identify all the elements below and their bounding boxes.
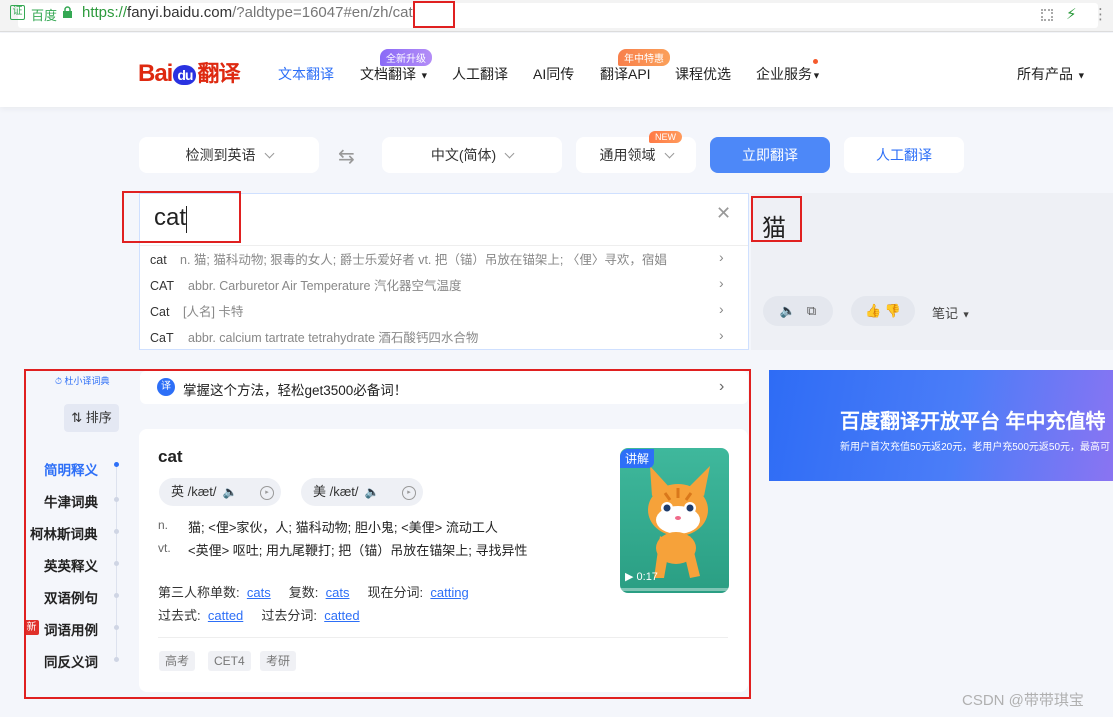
suggestion-divider xyxy=(140,245,748,246)
source-language-select[interactable]: 检测到英语 xyxy=(139,137,319,173)
certificate-icon[interactable]: 证 xyxy=(10,5,25,20)
input-highlight-box xyxy=(122,191,241,243)
suggestion-item[interactable]: CaT abbr. calcium tartrate tetrahydrate 酒… xyxy=(150,327,735,347)
nav-doc-translate[interactable]: 文档翻译 ▼ xyxy=(360,64,429,84)
suggestion-arrow-icon[interactable]: › xyxy=(719,249,724,265)
baidu-translate-logo[interactable]: Bai du 翻译 xyxy=(138,56,240,87)
lock-icon xyxy=(63,6,72,18)
nav-enterprise[interactable]: 企业服务▼ xyxy=(756,64,821,84)
promo-title[interactable]: 百度翻译开放平台 年中充值特 xyxy=(840,405,1106,434)
watermark: CSDN @带带琪宝 xyxy=(962,692,1084,709)
url-text[interactable]: https://fanyi.baidu.com/?aldtype=16047#e… xyxy=(82,4,413,21)
swap-languages-icon[interactable]: ⇆ xyxy=(338,144,355,169)
suggestion-item[interactable]: CAT abbr. Carburetor Air Temperature 汽化器空… xyxy=(150,275,735,295)
dictionary-highlight-box xyxy=(24,369,751,699)
suggestion-item[interactable]: cat n. 猫; 猫科动物; 狠毒的女人; 爵士乐爱好者 vt. 把（锚）吊放在… xyxy=(150,249,735,269)
speaker-icon[interactable]: 🔈 xyxy=(780,303,796,318)
site-label: 百度 xyxy=(31,8,58,23)
feedback-group: 👍 👎 xyxy=(851,296,915,326)
suggestion-arrow-icon[interactable]: › xyxy=(719,275,724,291)
suggestion-arrow-icon[interactable]: › xyxy=(719,301,724,317)
thumbs-down-icon[interactable]: 👎 xyxy=(885,303,901,318)
output-actions-group: 🔈 ⧉ xyxy=(763,296,833,326)
extension-icon[interactable]: ⋮ xyxy=(1093,5,1108,23)
nav-all-products[interactable]: 所有产品 ▼ xyxy=(1017,64,1086,84)
thumbs-up-icon[interactable]: 👍 xyxy=(865,303,881,318)
human-translate-button[interactable]: 人工翻译 xyxy=(844,137,964,173)
nav-text-translate[interactable]: 文本翻译 xyxy=(278,64,334,84)
nav-translate-api[interactable]: 翻译API xyxy=(600,64,651,84)
target-language-select[interactable]: 中文(简体) xyxy=(382,137,562,173)
lightning-icon[interactable]: ⚡ xyxy=(1066,5,1077,23)
clear-input-icon[interactable]: ✕ xyxy=(716,203,731,224)
target-output-panel xyxy=(751,193,1113,350)
output-highlight-box xyxy=(751,196,802,242)
promo-subtitle: 新用户首次充值50元返20元，老用户充500元返50元，最高可 xyxy=(840,442,1111,453)
notes-dropdown[interactable]: 笔记 ▼ xyxy=(932,303,971,322)
notification-dot xyxy=(813,59,818,64)
suggestion-arrow-icon[interactable]: › xyxy=(719,327,724,343)
qr-code-icon[interactable] xyxy=(1041,9,1053,21)
copy-icon[interactable]: ⧉ xyxy=(807,303,816,318)
nav-human-translate[interactable]: 人工翻译 xyxy=(452,64,508,84)
translate-button[interactable]: 立即翻译 xyxy=(710,137,830,173)
nav-ai-interpret[interactable]: AI同传 xyxy=(533,64,574,84)
domain-new-badge: NEW xyxy=(649,131,682,143)
nav-courses[interactable]: 课程优选 xyxy=(675,64,731,84)
url-highlight-box xyxy=(413,1,455,28)
suggestion-item[interactable]: Cat [人名] 卡特 xyxy=(150,301,735,321)
